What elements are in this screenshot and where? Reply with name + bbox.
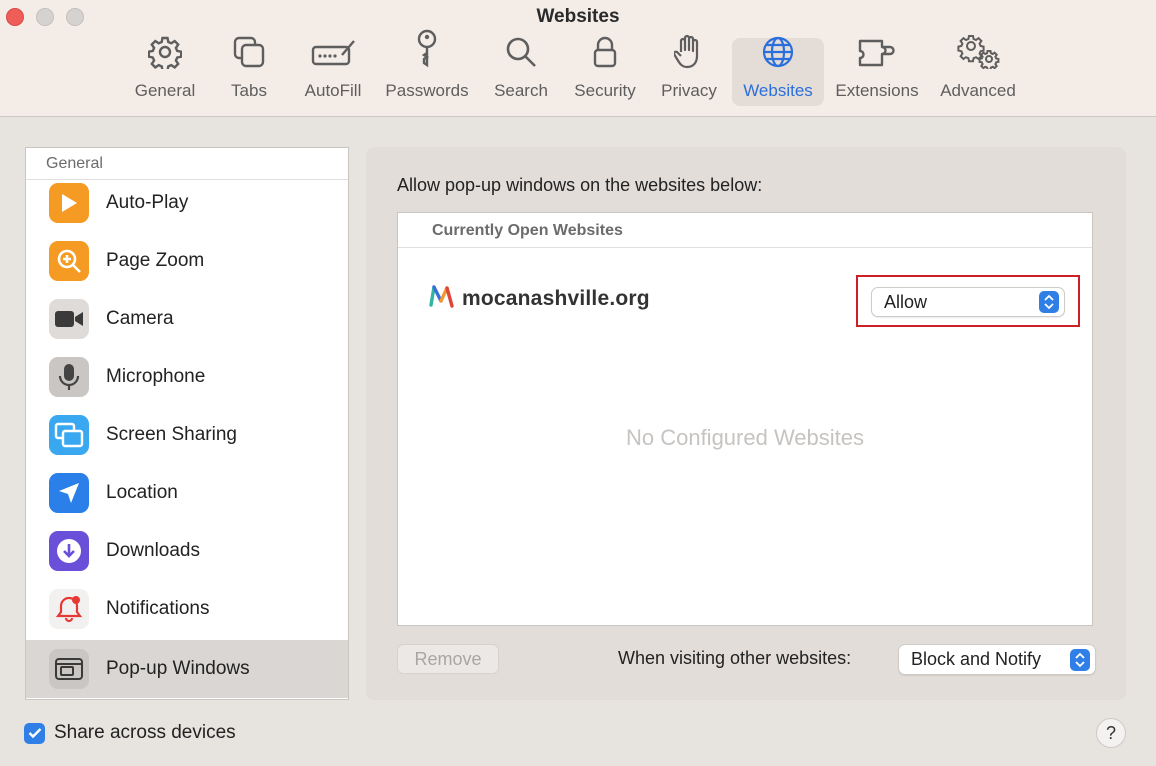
sidebar-item-page-zoom[interactable]: Page Zoom — [26, 232, 348, 290]
bell-icon — [49, 589, 89, 629]
website-row[interactable]: mocanashville.org — [428, 283, 650, 314]
other-websites-label: When visiting other websites: — [618, 648, 852, 668]
empty-list-message: No Configured Websites — [625, 425, 865, 450]
site-setting-value: Allow — [884, 291, 928, 312]
sidebar-item-pop-up-windows[interactable]: Pop-up Windows — [26, 640, 348, 698]
gear-icon — [147, 35, 183, 74]
tab-label: Advanced — [940, 81, 1016, 100]
download-icon — [49, 531, 89, 571]
share-label: Share across devices — [54, 722, 236, 743]
hand-icon — [672, 33, 704, 74]
tab-label: Search — [494, 81, 548, 100]
sidebar-item-location[interactable]: Location — [26, 464, 348, 522]
other-websites-value: Block and Notify — [911, 649, 1042, 669]
window-title: Websites — [536, 6, 620, 27]
globe-icon — [761, 35, 795, 74]
other-websites-select[interactable]: Block and Notify — [898, 644, 1096, 675]
play-icon — [49, 183, 89, 223]
help-button[interactable]: ? — [1096, 718, 1126, 748]
key-icon — [415, 29, 439, 74]
sidebar-item-label: Pop-up Windows — [106, 658, 250, 679]
site-favicon-icon — [428, 283, 456, 314]
tab-advanced[interactable]: Advanced — [936, 35, 1020, 106]
list-header: Currently Open Websites — [398, 213, 1092, 248]
tab-websites[interactable]: Websites — [732, 35, 824, 106]
sidebar-item-label: Downloads — [106, 540, 200, 561]
sidebar-item-label: Notifications — [106, 598, 210, 619]
site-setting-select[interactable]: Allow — [871, 287, 1065, 317]
sidebar-item-auto-play[interactable]: Auto-Play — [26, 174, 348, 232]
sidebar[interactable]: General Auto-Play Page Zoom Camera Micro… — [25, 147, 349, 700]
sidebar-item-label: Auto-Play — [106, 192, 189, 213]
screen-sharing-icon — [49, 415, 89, 455]
location-arrow-icon — [49, 473, 89, 513]
sidebar-item-label: Camera — [106, 308, 174, 329]
tab-passwords[interactable]: Passwords — [382, 29, 472, 106]
websites-list[interactable]: Currently Open Websites mocanashville.or… — [397, 212, 1093, 626]
tab-extensions[interactable]: Extensions — [832, 38, 922, 106]
title-bar: Websites General Tabs AutoFill Passwords… — [0, 0, 1156, 117]
tab-privacy[interactable]: Privacy — [656, 34, 722, 106]
magnifier-icon — [504, 35, 538, 74]
tab-label: Passwords — [385, 81, 469, 100]
tab-label: General — [134, 81, 196, 100]
sidebar-item-label: Page Zoom — [106, 250, 205, 271]
panel-prompt: Allow pop-up windows on the websites bel… — [397, 175, 763, 195]
chevron-updown-icon — [1070, 648, 1090, 671]
tab-tabs[interactable]: Tabs — [222, 35, 276, 106]
sidebar-item-microphone[interactable]: Microphone — [26, 348, 348, 406]
puzzle-icon — [857, 37, 897, 74]
camera-icon — [49, 299, 89, 339]
tabs-icon — [232, 35, 266, 74]
sidebar-item-label: Microphone — [106, 366, 206, 387]
share-checkbox[interactable] — [24, 722, 45, 744]
microphone-icon — [49, 357, 89, 397]
sidebar-item-label: Screen Sharing — [106, 424, 237, 445]
gears-icon — [956, 33, 1000, 74]
tab-security[interactable]: Security — [568, 35, 642, 106]
chevron-updown-icon — [1039, 291, 1059, 313]
popup-window-icon — [49, 649, 89, 689]
zoom-icon — [49, 241, 89, 281]
sidebar-item-camera[interactable]: Camera — [26, 290, 348, 348]
tab-label: Tabs — [231, 81, 267, 100]
tab-label: Websites — [743, 81, 813, 100]
tab-label: Security — [574, 81, 636, 100]
tab-search[interactable]: Search — [490, 35, 552, 106]
sidebar-item-notifications[interactable]: Notifications — [26, 580, 348, 638]
tab-autofill[interactable]: AutoFill — [300, 38, 366, 106]
sidebar-item-label: Location — [106, 482, 178, 503]
tab-label: AutoFill — [304, 81, 362, 100]
sidebar-item-downloads[interactable]: Downloads — [26, 522, 348, 580]
tab-general[interactable]: General — [130, 35, 200, 106]
lock-icon — [592, 35, 618, 74]
remove-button[interactable]: Remove — [397, 644, 499, 674]
sidebar-item-screen-sharing[interactable]: Screen Sharing — [26, 406, 348, 464]
autofill-icon — [310, 35, 356, 74]
site-name: mocanashville.org — [462, 286, 650, 310]
tab-label: Privacy — [661, 81, 717, 100]
tab-label: Extensions — [835, 81, 919, 100]
share-across-devices[interactable]: Share across devices — [24, 722, 236, 744]
